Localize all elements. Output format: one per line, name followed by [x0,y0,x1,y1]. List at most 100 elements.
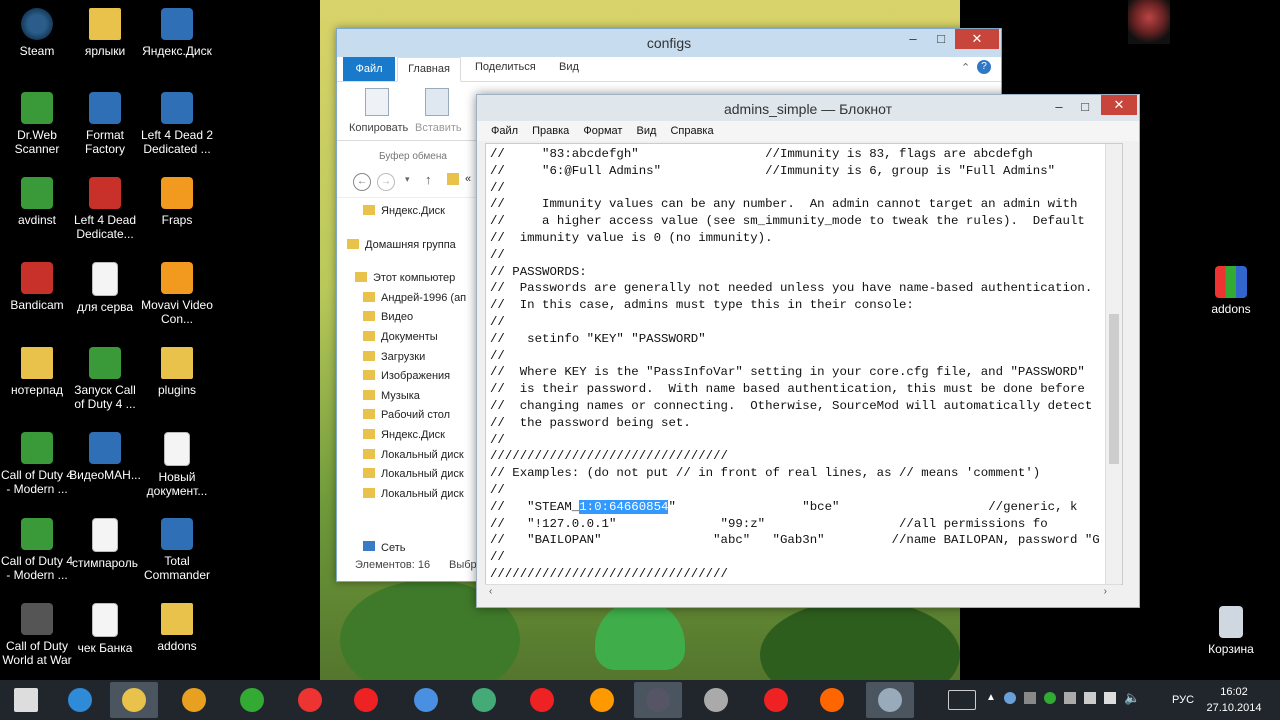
close-button[interactable]: ✕ [1101,95,1137,115]
horizontal-scrollbar[interactable]: ‹ › [485,584,1121,601]
paste-button[interactable]: Вставить [415,122,462,134]
clock-date[interactable]: 27.10.2014 [1204,702,1264,714]
taskbar-button[interactable] [2,682,50,718]
nav-item[interactable]: Музыка [347,389,477,410]
tab-file[interactable]: Файл [343,57,395,81]
taskbar-button[interactable] [634,682,682,718]
nav-item[interactable]: Рабочий стол [347,409,477,429]
nav-item[interactable]: Домашняя группа [347,238,477,259]
taskbar-button[interactable] [110,682,158,718]
nav-item[interactable]: Андрей-1996 (ап [347,291,477,312]
desktop-icon[interactable]: Fraps [140,177,214,227]
antivirus-tray-icon[interactable] [1044,692,1056,704]
tab-share[interactable]: Поделиться [475,61,536,73]
nav-item[interactable]: Локальный диск [347,448,477,469]
nav-item[interactable]: Яндекс.Диск [347,205,477,225]
tray-icon[interactable] [1064,692,1076,704]
desktop-icon-recycle-bin[interactable]: Корзина [1194,606,1268,656]
taskbar-button[interactable] [402,682,450,718]
desktop-icon[interactable]: plugins [140,347,214,397]
desktop-icon[interactable]: Bandicam [0,262,74,312]
tray-icon[interactable] [1024,692,1036,704]
clock-time[interactable]: 16:02 [1204,686,1264,698]
nav-item[interactable]: Видео [347,311,477,331]
tab-view[interactable]: Вид [559,61,579,73]
menu-format[interactable]: Формат [583,121,622,141]
menu-help[interactable]: Справка [670,121,713,141]
desktop-icon[interactable]: ярлыки [68,8,142,58]
tray-expand-icon[interactable]: ▲ [986,692,996,703]
maximize-button[interactable]: □ [1071,97,1099,117]
recent-dropdown-icon[interactable]: ▾ [405,174,410,185]
taskbar-button[interactable] [342,682,390,718]
taskbar-button[interactable] [170,682,218,718]
desktop-icon[interactable]: для серва [68,262,142,314]
scroll-thumb[interactable] [1109,314,1119,464]
maximize-button[interactable]: □ [927,29,955,49]
desktop-icon[interactable]: ВидеоМАН... [68,432,142,482]
up-icon[interactable]: ↑ [425,172,432,187]
ribbon-collapse-icon[interactable]: ⌃ [961,61,970,74]
desktop-icon[interactable]: Left 4 Dead 2 Dedicated ... [140,92,214,156]
desktop-icon[interactable]: Запуск Call of Duty 4 ... [68,347,142,411]
taskbar-button[interactable] [518,682,566,718]
desktop-icon[interactable]: Dr.Web Scanner [0,92,74,156]
desktop-icon[interactable]: Movavi Video Con... [140,262,214,326]
language-indicator[interactable]: РУС [1172,694,1194,706]
steam-tray-icon[interactable] [1004,692,1016,704]
network-icon[interactable] [1104,692,1116,704]
desktop-icon[interactable]: Яндекс.Диск [140,8,214,58]
desktop-icon[interactable]: Call of Duty 4 - Modern ... [0,432,74,496]
menu-edit[interactable]: Правка [532,121,569,141]
copy-button[interactable]: Копировать [349,122,408,134]
desktop-icon[interactable]: стимпароль [68,518,142,570]
nav-item[interactable]: Загрузки [347,350,477,371]
help-icon[interactable]: ? [977,60,991,74]
notepad-titlebar[interactable]: admins_simple — Блокнот – □ ✕ [477,95,1139,121]
desktop-icon[interactable]: чек Банка [68,603,142,655]
vertical-scrollbar[interactable] [1105,144,1122,584]
back-icon[interactable]: ← [353,173,371,191]
volume-icon[interactable]: 🔈 [1124,690,1140,706]
minimize-button[interactable]: – [899,29,927,49]
taskbar-button[interactable] [56,682,104,718]
desktop-icon[interactable]: Left 4 Dead Dedicate... [68,177,142,241]
explorer-titlebar[interactable]: configs – □ ✕ [337,29,1001,57]
desktop-icon[interactable]: addons [140,603,214,653]
desktop-icon[interactable]: Call of Duty World at War [0,603,74,667]
forward-icon[interactable]: → [377,173,395,191]
nav-item[interactable]: Локальный диск [347,487,477,508]
desktop-icon[interactable]: нотерпад [0,347,74,397]
desktop-icon[interactable]: Total Commander [140,518,214,582]
taskbar-button[interactable] [752,682,800,718]
menu-view[interactable]: Вид [636,121,656,141]
taskbar-button[interactable] [286,682,334,718]
desktop-icon-addons-archive[interactable]: addons [1194,266,1268,316]
desktop-icon[interactable]: avdinst [0,177,74,227]
desktop-icon[interactable]: Новый документ... [140,432,214,498]
taskbar-button[interactable] [692,682,740,718]
address-path[interactable]: « [465,173,471,185]
scroll-left-icon[interactable]: ‹ [489,586,492,597]
taskbar-button[interactable] [578,682,626,718]
action-center-icon[interactable] [1084,692,1096,704]
minimize-button[interactable]: – [1045,97,1073,117]
scroll-right-icon[interactable]: › [1104,586,1107,597]
nav-item-network[interactable]: Сеть [363,541,405,554]
nav-item[interactable]: Этот компьютер [347,272,477,292]
taskbar-button[interactable] [866,682,914,718]
nav-item[interactable]: Яндекс.Диск [347,428,477,449]
nav-item[interactable]: Документы [347,330,477,351]
notepad-text-area[interactable]: // "83:abcdefgh" //Immunity is 83, flags… [485,143,1123,585]
taskbar-button[interactable] [808,682,856,718]
taskbar-button[interactable] [228,682,276,718]
tab-home[interactable]: Главная [397,57,461,82]
desktop-icon[interactable]: Call of Duty 4 - Modern ... [0,518,74,582]
close-button[interactable]: ✕ [955,29,999,49]
desktop-icon[interactable]: Steam [0,8,74,58]
nav-item[interactable]: Локальный диск [347,468,477,488]
taskbar-button[interactable] [460,682,508,718]
desktop-icon[interactable]: Format Factory [68,92,142,156]
nav-item[interactable]: Изображения [347,370,477,390]
menu-file[interactable]: Файл [491,121,518,141]
